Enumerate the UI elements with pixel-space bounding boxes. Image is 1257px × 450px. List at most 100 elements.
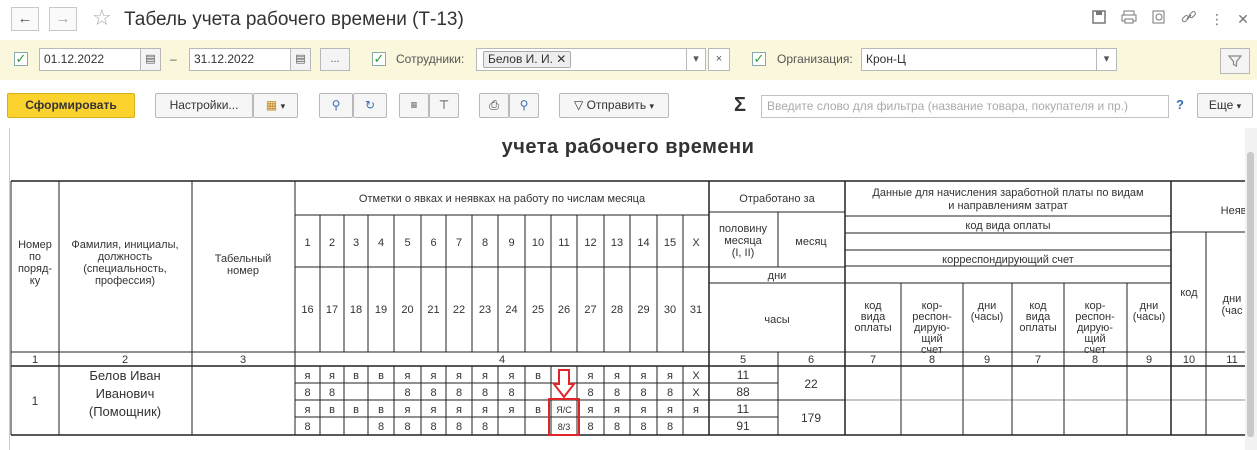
calendar-to-button[interactable]: ▤ xyxy=(290,48,311,71)
month-days: 22 xyxy=(804,377,818,391)
day-cell-value: 8 xyxy=(378,421,384,433)
day-cell-value: я xyxy=(305,404,311,416)
day-bottom-label: 30 xyxy=(664,304,676,316)
generate-button[interactable]: Сформировать xyxy=(7,93,135,118)
header-absence-code: код xyxy=(1180,287,1198,299)
day-cell-value: 8 xyxy=(614,387,620,399)
day-top-label: 15 xyxy=(664,237,676,249)
column-number: 4 xyxy=(499,354,505,366)
scrollbar-thumb[interactable] xyxy=(1247,152,1254,437)
day-cell-value: 8 xyxy=(404,421,410,433)
highlight-arrow-icon xyxy=(551,369,577,399)
filter-search-input[interactable]: Введите слово для фильтра (название това… xyxy=(761,95,1169,118)
filter-button[interactable] xyxy=(1220,48,1250,74)
more-vertical-icon[interactable]: ⋮ xyxy=(1208,10,1226,28)
day-cell-value: в xyxy=(378,404,384,416)
day-cell-value: я xyxy=(456,370,462,382)
help-icon[interactable]: ? xyxy=(1176,97,1184,112)
report-area: учета рабочего времени Номер по поряд-ку Фа… xyxy=(9,128,1245,450)
day-top-label: 14 xyxy=(637,237,649,249)
day-cell-value: Я/С xyxy=(556,405,572,415)
save-icon[interactable] xyxy=(1090,10,1108,28)
half1-hours: 88 xyxy=(736,385,750,399)
header-half-month: половину xyxy=(719,223,768,235)
day-bottom-label: 23 xyxy=(479,304,491,316)
print-button[interactable]: ⎙ xyxy=(479,93,509,118)
day-bottom-label: 20 xyxy=(401,304,413,316)
print-icon[interactable] xyxy=(1120,10,1138,28)
employees-label: Сотрудники: xyxy=(396,52,465,66)
day-cell-value: я xyxy=(588,370,594,382)
day-top-label: 10 xyxy=(532,237,544,249)
employees-field[interactable]: Белов И. И. ✕ xyxy=(476,48,706,71)
find-next-button[interactable]: ↻ xyxy=(353,93,387,118)
organization-field[interactable]: Крон-Ц xyxy=(861,48,1117,71)
funnel-icon xyxy=(1227,55,1243,67)
expand-groups-button[interactable]: ≡ xyxy=(399,93,429,118)
organization-checkbox[interactable]: ✓ xyxy=(752,52,766,66)
clear-icon: × xyxy=(715,53,723,65)
header-absence-days: (час xyxy=(1221,305,1243,317)
chevron-down-icon: ▾ xyxy=(1236,101,1242,111)
day-cell-value: 8 xyxy=(667,421,673,433)
day-top-label: 8 xyxy=(482,237,488,249)
find-button[interactable]: ⚲ xyxy=(319,93,353,118)
send-button[interactable]: ▽ Отправить ▾ xyxy=(559,93,669,118)
employees-checkbox[interactable]: ✓ xyxy=(372,52,386,66)
header-fio: Фамилия, инициалы, xyxy=(71,239,178,251)
employees-dropdown-button[interactable]: ▾ xyxy=(686,48,706,71)
remove-tag-icon[interactable]: ✕ xyxy=(556,52,566,66)
day-top-label: 5 xyxy=(404,237,410,249)
preview-icon[interactable] xyxy=(1150,10,1168,28)
header-pay-sub: оплаты xyxy=(1019,322,1056,334)
more-button[interactable]: Еще ▾ xyxy=(1197,93,1253,118)
calendar-from-button[interactable]: ▤ xyxy=(140,48,161,71)
day-bottom-label: 29 xyxy=(637,304,649,316)
day-cell-value: я xyxy=(614,370,620,382)
day-cell-value: я xyxy=(405,370,411,382)
header-pay-sub: (часы) xyxy=(1133,311,1166,323)
close-icon[interactable]: ✕ xyxy=(1234,10,1252,28)
day-cell-value: я xyxy=(693,404,699,416)
header-pay-sub: оплаты xyxy=(854,322,891,334)
column-number: 3 xyxy=(240,354,246,366)
variant-button[interactable]: ▦ ▾ xyxy=(253,93,298,118)
arrow-right-icon: → xyxy=(55,10,71,27)
star-icon[interactable]: ☆ xyxy=(92,5,112,31)
chevron-down-icon: ▾ xyxy=(693,53,699,65)
day-cell-value: я xyxy=(431,370,437,382)
period-checkbox[interactable]: ✓ xyxy=(14,52,28,66)
print-preview-button[interactable]: ⚲ xyxy=(509,93,539,118)
title-bar: ← → ☆ Табель учета рабочего времени (Т-1… xyxy=(0,0,1257,40)
day-cell-value: 8 xyxy=(482,387,488,399)
search-icon: ⚲ xyxy=(331,98,341,112)
collapse-groups-button[interactable]: ⊤ xyxy=(429,93,459,118)
header-num: поряд- xyxy=(18,263,52,275)
sum-icon[interactable]: Σ xyxy=(734,94,746,117)
day-top-label: 6 xyxy=(430,237,436,249)
employee-name: (Помощник) xyxy=(89,404,161,419)
day-top-label: 11 xyxy=(558,237,569,249)
row-number: 1 xyxy=(32,394,39,408)
employees-clear-button[interactable]: × xyxy=(708,48,730,71)
forward-button[interactable]: → xyxy=(49,7,77,31)
period-select-button[interactable]: ... xyxy=(320,48,350,71)
date-dash: – xyxy=(170,52,177,66)
settings-button[interactable]: Настройки... xyxy=(155,93,253,118)
timesheet-grid: Номерпопоряд-ку Фамилия, инициалы,должнос… xyxy=(10,180,1245,436)
header-fio: профессия) xyxy=(95,275,155,287)
day-cell-value: 8 xyxy=(667,387,673,399)
day-cell-value: 8 xyxy=(456,387,462,399)
header-absence: Неявк xyxy=(1221,205,1245,217)
day-cell-value: я xyxy=(305,370,311,382)
employee-tag[interactable]: Белов И. И. ✕ xyxy=(483,51,572,68)
day-cell-value: в xyxy=(378,370,384,382)
organization-dropdown-button[interactable]: ▾ xyxy=(1096,48,1117,71)
day-bottom-label: 19 xyxy=(375,304,387,316)
back-button[interactable]: ← xyxy=(11,7,39,31)
day-top-label: 4 xyxy=(378,237,384,249)
day-cell-value: 8 xyxy=(508,387,514,399)
column-number: 8 xyxy=(929,354,935,366)
link-icon[interactable] xyxy=(1180,10,1198,28)
day-cell-value: я xyxy=(431,404,437,416)
